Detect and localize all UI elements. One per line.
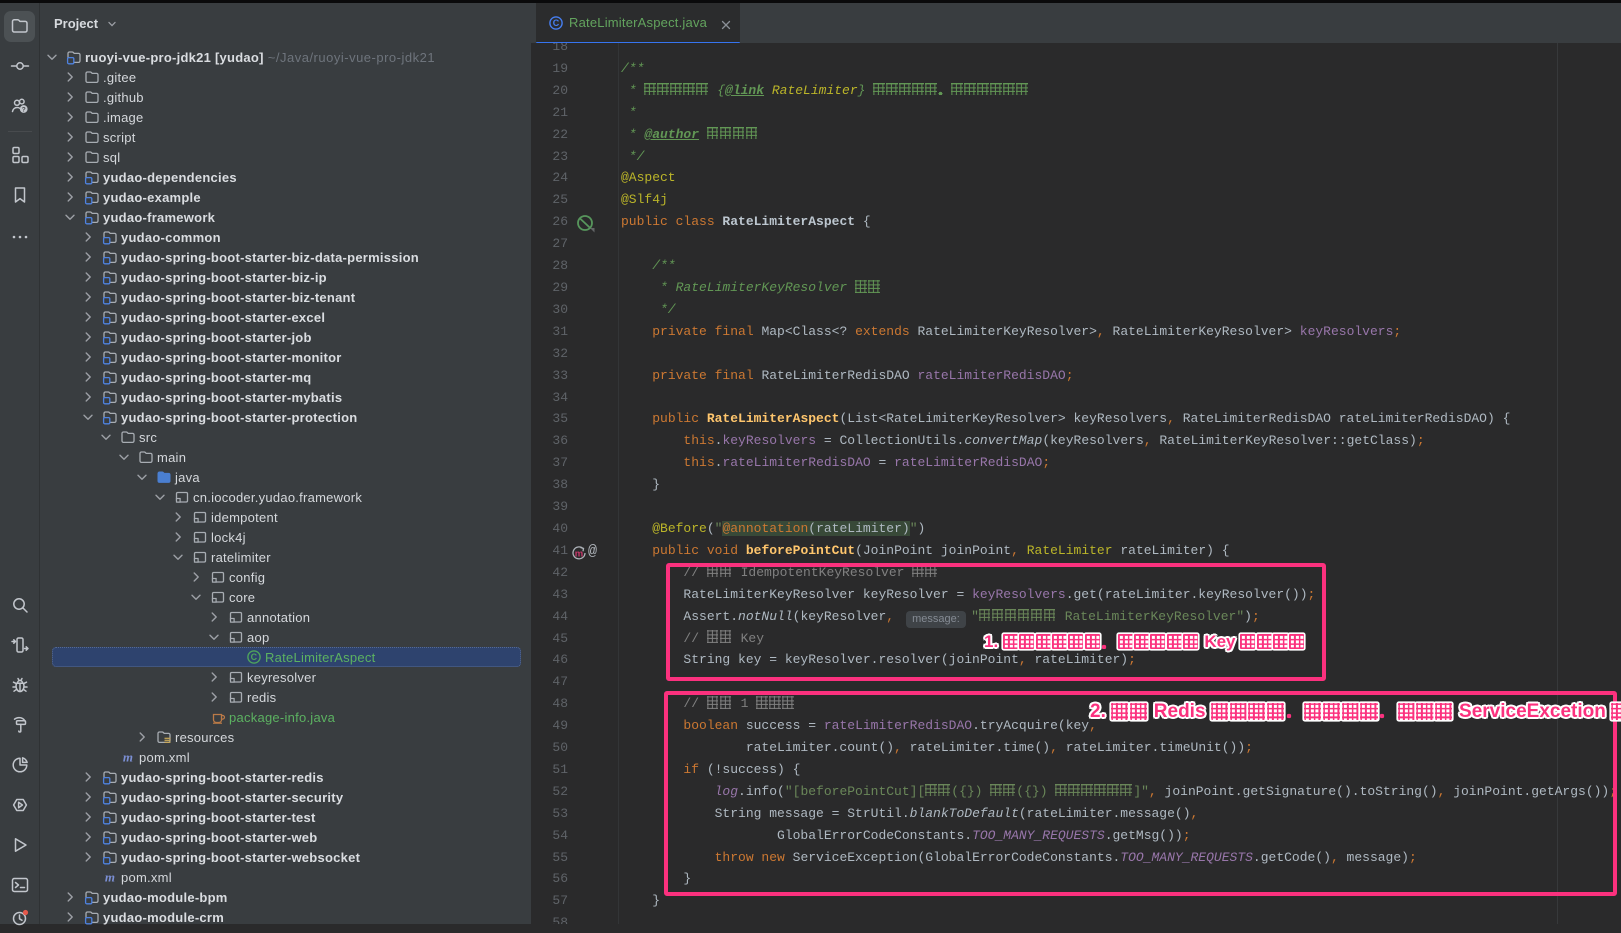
svg-text:?: ?	[22, 107, 26, 114]
svg-text:m: m	[105, 870, 115, 885]
svg-text:m: m	[123, 750, 133, 765]
svg-text:m: m	[575, 549, 583, 560]
svg-text:C: C	[553, 18, 560, 28]
svg-text:C: C	[251, 652, 258, 662]
